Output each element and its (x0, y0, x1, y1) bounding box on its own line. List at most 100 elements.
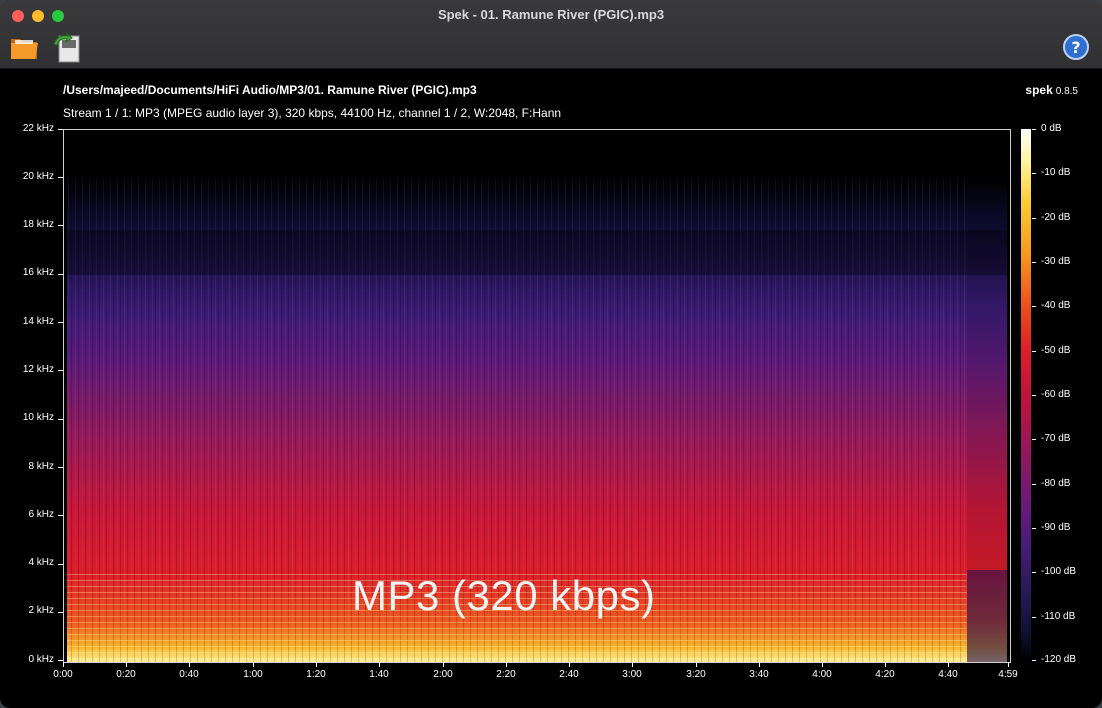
db-label: -10 dB (1041, 167, 1071, 178)
time-tick (1008, 662, 1009, 667)
time-tick (126, 662, 127, 667)
freq-tick (58, 322, 63, 323)
time-tick (632, 662, 633, 667)
freq-tick (58, 129, 63, 130)
time-tick (63, 662, 64, 667)
time-tick (189, 662, 190, 667)
db-label: -40 dB (1041, 300, 1071, 311)
db-tick (1032, 173, 1036, 174)
db-label: -110 dB (1041, 611, 1076, 622)
freq-label: 20 kHz (22, 171, 54, 182)
db-label: -100 dB (1041, 566, 1077, 577)
freq-label: 8 kHz (28, 461, 54, 472)
freq-tick (58, 274, 63, 275)
db-tick (1032, 218, 1036, 219)
db-tick (1032, 617, 1036, 618)
freq-tick (58, 419, 63, 420)
freq-tick (58, 612, 63, 613)
freq-label: 22 kHz (22, 123, 54, 134)
freq-tick (58, 225, 63, 226)
help-button[interactable]: ? (1062, 33, 1090, 61)
svg-text:?: ? (1071, 38, 1080, 57)
freq-label: 16 kHz (22, 267, 54, 278)
freq-tick (58, 467, 63, 468)
db-tick (1032, 528, 1036, 529)
time-tick (948, 662, 949, 667)
time-label: 4:20 (875, 669, 895, 680)
save-image-button[interactable] (50, 30, 84, 64)
time-label: 3:40 (749, 669, 769, 680)
time-tick (885, 662, 886, 667)
db-tick (1032, 484, 1036, 485)
folder-icon (11, 39, 38, 59)
time-tick (379, 662, 380, 667)
freq-label: 10 kHz (22, 412, 54, 423)
open-file-button[interactable] (8, 30, 42, 64)
freq-label: 0 kHz (28, 654, 54, 665)
time-label: 4:00 (812, 669, 832, 680)
db-label: -80 dB (1041, 478, 1071, 489)
app-brand: spek 0.8.5 (1025, 83, 1078, 97)
app-version: 0.8.5 (1055, 86, 1078, 97)
freq-label: 6 kHz (28, 509, 54, 520)
db-tick (1032, 306, 1036, 307)
time-label: 2:40 (559, 669, 579, 680)
time-tick (569, 662, 570, 667)
db-colorbar (1021, 129, 1031, 661)
db-label: -50 dB (1041, 345, 1071, 356)
file-path: /Users/majeed/Documents/HiFi Audio/MP3/0… (63, 83, 477, 97)
help-icon: ? (1063, 34, 1089, 60)
db-label: -60 dB (1041, 389, 1071, 400)
time-tick (443, 662, 444, 667)
time-label: 0:40 (179, 669, 199, 680)
freq-tick (58, 660, 63, 661)
title-bar[interactable]: Spek - 01. Ramune River (PGIC).mp3 ? (0, 0, 1102, 69)
db-label: 0 dB (1041, 123, 1062, 134)
time-label: 2:00 (433, 669, 453, 680)
spectrogram-view: /Users/majeed/Documents/HiFi Audio/MP3/0… (0, 69, 1102, 708)
db-tick (1032, 129, 1036, 130)
db-label: -120 dB (1041, 654, 1077, 665)
time-label: 1:40 (369, 669, 389, 680)
db-tick (1032, 660, 1036, 661)
freq-tick (58, 177, 63, 178)
freq-tick (58, 370, 63, 371)
time-tick (316, 662, 317, 667)
window-title: Spek - 01. Ramune River (PGIC).mp3 (437, 7, 665, 22)
time-label: 0:00 (53, 669, 73, 680)
db-tick (1032, 572, 1036, 573)
time-tick (696, 662, 697, 667)
stream-info: Stream 1 / 1: MP3 (MPEG audio layer 3), … (63, 106, 562, 120)
time-tick (822, 662, 823, 667)
freq-label: 4 kHz (28, 557, 54, 568)
db-tick (1032, 351, 1036, 352)
freq-label: 2 kHz (28, 605, 54, 616)
time-label: 3:20 (686, 669, 706, 680)
db-tick (1032, 439, 1036, 440)
freq-label: 18 kHz (22, 219, 54, 230)
time-tick (759, 662, 760, 667)
time-label: 4:59 (998, 669, 1018, 680)
time-label: 1:00 (243, 669, 263, 680)
time-label: 1:20 (306, 669, 326, 680)
db-label: -30 dB (1041, 256, 1071, 267)
freq-tick (58, 564, 63, 565)
db-label: -90 dB (1041, 522, 1071, 533)
time-label: 3:00 (622, 669, 642, 680)
freq-tick (58, 515, 63, 516)
db-label: -20 dB (1041, 212, 1071, 223)
time-label: 2:20 (496, 669, 516, 680)
format-overlay-text: MP3 (320 kbps) (352, 572, 656, 619)
time-tick (506, 662, 507, 667)
db-tick (1032, 262, 1036, 263)
time-tick (253, 662, 254, 667)
time-label: 0:20 (116, 669, 136, 680)
db-label: -70 dB (1041, 433, 1071, 444)
app-name: spek (1025, 83, 1053, 97)
spek-window: Spek - 01. Ramune River (PGIC).mp3 ? /Us… (0, 0, 1102, 708)
save-icon (53, 32, 80, 63)
freq-label: 14 kHz (22, 316, 54, 327)
time-label: 4:40 (938, 669, 958, 680)
db-tick (1032, 395, 1036, 396)
freq-label: 12 kHz (22, 364, 54, 375)
